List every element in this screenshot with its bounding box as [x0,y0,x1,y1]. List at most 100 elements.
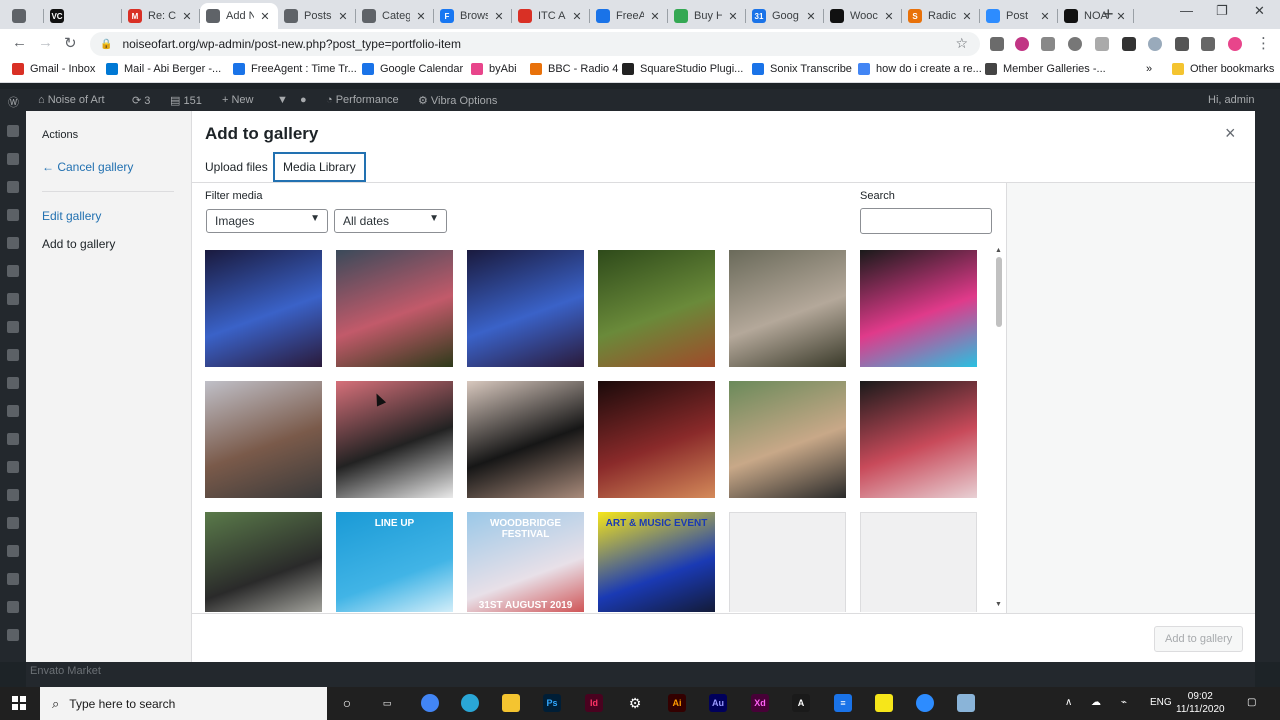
media-thumbnail-two-men-portrait[interactable] [467,381,584,498]
media-thumbnail-guitar-singer[interactable] [598,381,715,498]
browser-tab[interactable]: VC [44,3,122,29]
bookmark-item[interactable]: Sonix Transcribe [752,63,852,75]
browser-tab[interactable]: FreeA ✕ [590,3,668,29]
tab-close-icon[interactable]: ✕ [414,10,428,23]
browser-tab[interactable]: NOA ✕ [1058,3,1134,29]
task-view-icon[interactable]: ▭ [378,694,396,712]
bookmark-item[interactable]: FreeAgent : Time Tr... [233,63,357,75]
tab-close-icon[interactable]: ✕ [960,10,974,23]
extension-icon[interactable] [1122,37,1136,51]
tab-close-icon[interactable]: ✕ [336,10,350,23]
admin-vibra-options[interactable]: ⚙ Vibra Options [418,94,497,107]
scroll-up-icon[interactable]: ▲ [995,247,1002,254]
browser-tab[interactable]: Wooc ✕ [824,3,902,29]
media-thumbnail-dragon-puppet[interactable] [336,250,453,367]
menu-icon[interactable] [7,629,19,641]
browser-tab[interactable]: Post ✕ [980,3,1058,29]
settings-icon[interactable]: ⚙ [626,694,644,712]
notifications-icon[interactable]: ▢ [1247,697,1256,708]
audition-icon[interactable]: Au [709,694,727,712]
cancel-gallery-link[interactable]: ← Cancel gallery [42,160,133,174]
menu-icon[interactable] [7,265,19,277]
menu-icon[interactable] [7,153,19,165]
menu-icon[interactable] [7,489,19,501]
network-icon[interactable]: ⌁ [1121,697,1127,708]
media-thumbnail-selfie-couple[interactable] [729,381,846,498]
sticky-notes-icon[interactable] [875,694,893,712]
menu-icon[interactable] [7,461,19,473]
menu-icon[interactable] [7,293,19,305]
wordpress-icon[interactable]: Ⓦ [8,94,19,110]
tab-upload-files[interactable]: Upload files [196,152,277,182]
tab-close-icon[interactable]: ✕ [648,10,662,23]
avatar[interactable] [1228,37,1242,51]
tab-close-icon[interactable]: ✕ [882,10,896,23]
app-icon[interactable] [957,694,975,712]
clock[interactable]: 09:02 11/11/2020 [1176,690,1225,716]
extension-icon[interactable] [1015,37,1029,51]
media-icon[interactable] [1201,37,1215,51]
reload-icon[interactable]: ↻ [64,34,77,52]
forward-icon[interactable]: → [38,34,53,51]
browser-tab[interactable]: Buy H ✕ [668,3,746,29]
add-to-gallery-button[interactable]: Add to gallery [1154,626,1244,652]
bookmark-item[interactable]: SquareStudio Plugi... [622,63,743,75]
date-filter-select[interactable]: All dates ▼ [334,209,447,233]
edge-icon[interactable] [461,694,479,712]
menu-icon[interactable] [7,181,19,193]
browser-tab[interactable]: Categ ✕ [356,3,434,29]
menu-icon[interactable] [7,237,19,249]
tab-close-icon[interactable]: ✕ [1038,10,1052,23]
file-explorer-icon[interactable] [502,694,520,712]
browser-tab[interactable]: M Re: Cr ✕ [122,3,200,29]
tab-media-library[interactable]: Media Library [273,152,366,182]
admin-performance[interactable]: ◔ Performance [326,94,399,106]
media-type-select[interactable]: Images ▼ [206,209,328,233]
windows-start-icon[interactable] [12,696,26,710]
extension-icon[interactable] [1068,37,1082,51]
media-thumbnail-man-red-curtain[interactable] [336,381,453,498]
tab-close-icon[interactable]: ✕ [180,10,194,23]
language-indicator[interactable]: ENG [1150,697,1172,708]
more-menu-icon[interactable]: ⋮ [1256,34,1271,52]
scroll-down-icon[interactable]: ▼ [995,601,1002,608]
media-thumbnail-crowd-stage-blue-1[interactable] [205,250,322,367]
menu-icon[interactable] [7,573,19,585]
media-thumbnail-loading-2[interactable] [860,512,977,612]
close-window-icon[interactable]: ✕ [1254,3,1265,19]
menu-icon[interactable] [7,601,19,613]
yoast-icon[interactable]: ▼ [277,94,288,106]
taskbar-search[interactable]: ⌕ Type here to search [40,687,327,720]
browser-tab[interactable]: 31 Goog ✕ [746,3,824,29]
edit-gallery-link[interactable]: Edit gallery [42,209,101,223]
admin-site-name[interactable]: ⌂ Noise of Art [38,94,105,106]
back-icon[interactable]: ← [12,34,27,51]
browser-tab[interactable]: Posts ✕ [278,3,356,29]
tab-close-icon[interactable]: ✕ [492,10,506,23]
menu-icon[interactable] [7,377,19,389]
new-tab-button[interactable]: + [1103,4,1114,25]
bookmarks-more[interactable]: » [1146,63,1152,75]
menu-icon[interactable] [7,349,19,361]
admin-new[interactable]: + New [222,94,254,106]
add-to-gallery-link[interactable]: Add to gallery [42,237,115,251]
bookmark-item[interactable]: how do i create a re... [858,63,982,75]
extension-icon[interactable] [1041,37,1055,51]
media-thumbnail-station-man[interactable] [205,381,322,498]
browser-tab[interactable]: ITC A ✕ [512,3,590,29]
admin-comments[interactable]: ▤ 151 [170,94,202,107]
media-thumbnail-red-projection[interactable] [860,381,977,498]
media-thumbnail-dj-park[interactable] [205,512,322,612]
maximize-icon[interactable]: ❐ [1216,3,1228,19]
tab-close-icon[interactable]: ✕ [804,10,818,23]
tab-close-icon[interactable]: ✕ [258,10,272,23]
media-thumbnail-colorful-performer[interactable] [860,250,977,367]
admin-updates[interactable]: ⟳ 3 [132,94,150,107]
browser-tab[interactable]: Add N ✕ [200,3,278,29]
bookmark-item[interactable]: Member Galleries -... [985,63,1106,75]
admin-greeting[interactable]: Hi, admin [1208,94,1254,106]
tab-close-icon[interactable]: ✕ [726,10,740,23]
media-thumbnail-green-costume-dancers[interactable] [598,250,715,367]
acrobat-icon[interactable]: A [792,694,810,712]
bookmark-item[interactable]: byAbi [471,63,517,75]
